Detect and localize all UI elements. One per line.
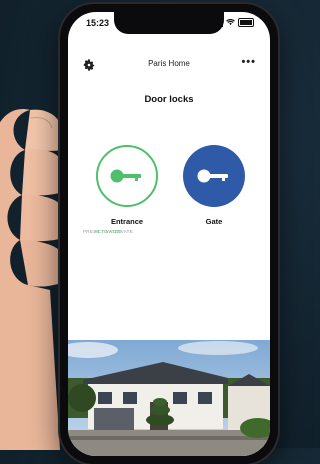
home-title[interactable]: Paris Home [68,59,270,68]
house-photo [68,340,270,456]
wifi-icon [226,19,235,26]
gate-lock-button[interactable] [183,145,245,207]
notch [114,12,224,34]
more-icon[interactable]: ••• [241,56,256,68]
gate-label: Gate [205,217,223,226]
gate-status: PRESS TO ACTIVATE [82,229,134,234]
entrance-label: Entrance [110,217,144,226]
battery-icon [238,18,254,27]
key-icon [110,169,141,183]
phone-frame: 15:23 Paris Home ••• Door locks Entrance… [60,4,278,464]
entrance-lock-button[interactable] [96,145,158,207]
top-bar: Paris Home ••• [68,56,270,76]
section-title: Door locks [144,94,194,105]
status-time: 15:23 [86,18,110,28]
app-screen: 15:23 Paris Home ••• Door locks Entrance… [68,12,270,456]
key-icon [197,169,228,183]
